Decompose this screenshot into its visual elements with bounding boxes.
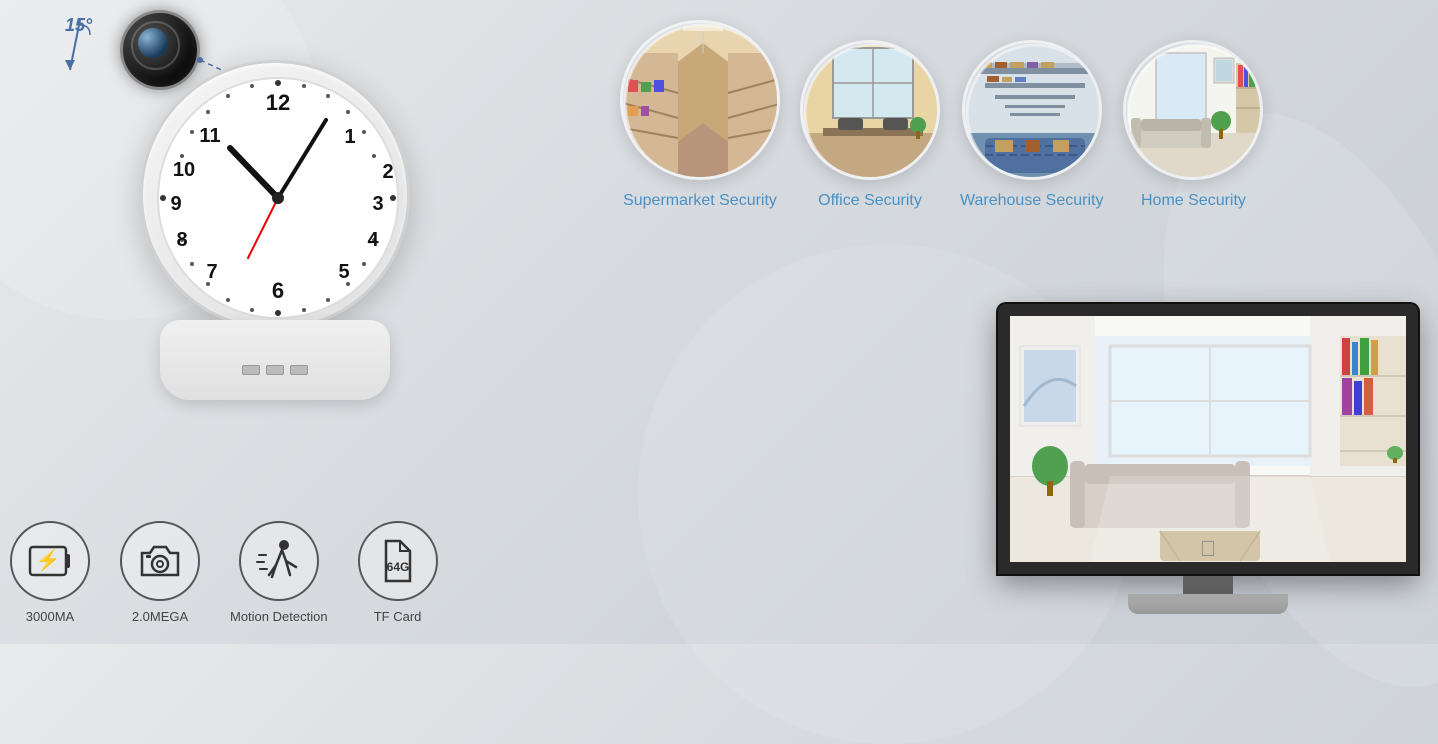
warehouse-scene <box>965 43 1102 180</box>
features-row: ⚡ 3000MA 2.0MEGA <box>10 521 438 624</box>
svg-text:6: 6 <box>272 278 284 303</box>
camera-label: 2.0MEGA <box>132 609 188 624</box>
office-label: Office Security <box>818 192 922 210</box>
battery-icon-circle: ⚡ <box>10 521 90 601</box>
clock-face-svg: 12 1 3 2 4 5 6 7 8 9 10 11 <box>148 68 408 328</box>
use-cases-row: Supermarket Security <box>620 20 1263 210</box>
svg-text:⚡: ⚡ <box>36 548 61 572</box>
svg-text:1: 1 <box>344 126 355 148</box>
feature-sdcard: 64G TF Card <box>358 521 438 624</box>
clock-ports <box>242 365 308 375</box>
feature-motion: Motion Detection <box>230 521 328 624</box>
angle-arrow-svg <box>65 15 115 75</box>
svg-text:9: 9 <box>170 193 181 215</box>
svg-text:5: 5 <box>338 261 349 283</box>
feature-camera: 2.0MEGA <box>120 521 200 624</box>
monitor-stand-neck <box>1183 574 1233 594</box>
motion-icon <box>254 537 304 585</box>
angle-indicator: 15° <box>65 15 96 36</box>
home-circle <box>1123 40 1263 180</box>
monitor-screen-content <box>1010 316 1406 562</box>
use-case-supermarket: Supermarket Security <box>620 20 780 210</box>
port-1 <box>242 365 260 375</box>
svg-text:3: 3 <box>372 193 383 215</box>
motion-label: Motion Detection <box>230 609 328 624</box>
apple-logo:  <box>1200 536 1217 562</box>
monitor-screen <box>998 304 1418 574</box>
supermarket-label: Supermarket Security <box>623 192 777 210</box>
port-2 <box>266 365 284 375</box>
camera-icon-circle <box>120 521 200 601</box>
sdcard-icon-circle: 64G <box>358 521 438 601</box>
use-case-warehouse: Warehouse Security <box>960 40 1103 210</box>
office-scene <box>803 43 940 180</box>
monitor-display:  <box>998 304 1418 614</box>
feature-battery: ⚡ 3000MA <box>10 521 90 624</box>
svg-text:64G: 64G <box>386 560 409 574</box>
svg-text:8: 8 <box>176 229 187 251</box>
battery-label: 3000MA <box>26 609 74 624</box>
supermarket-circle <box>620 20 780 180</box>
use-case-office: Office Security <box>800 40 940 210</box>
office-circle <box>800 40 940 180</box>
home-label: Home Security <box>1141 192 1246 210</box>
product-left-section: 15° <box>0 0 580 644</box>
right-section: Supermarket Security <box>600 0 1438 644</box>
svg-text:4: 4 <box>367 229 379 251</box>
port-3 <box>290 365 308 375</box>
clock-stand <box>160 320 390 400</box>
battery-icon: ⚡ <box>28 541 72 581</box>
svg-text:10: 10 <box>173 159 195 181</box>
warehouse-circle <box>962 40 1102 180</box>
use-case-home: Home Security <box>1123 40 1263 210</box>
svg-text:11: 11 <box>199 125 220 147</box>
motion-icon-circle <box>239 521 319 601</box>
supermarket-scene <box>623 23 780 180</box>
svg-text:2: 2 <box>382 161 393 183</box>
warehouse-label: Warehouse Security <box>960 192 1103 210</box>
monitor-stand-base <box>1128 594 1288 614</box>
clock-outer-shell: 12 1 3 2 4 5 6 7 8 9 10 11 <box>140 60 410 330</box>
svg-text:7: 7 <box>206 261 217 283</box>
monitor-room-scene <box>1010 316 1406 562</box>
home-scene <box>1126 43 1263 180</box>
sdcard-label: TF Card <box>374 609 422 624</box>
svg-text:12: 12 <box>266 90 290 115</box>
sd-card-icon: 64G <box>374 537 422 585</box>
clock-product: 12 1 3 2 4 5 6 7 8 9 10 11 <box>130 60 420 400</box>
camera-icon <box>136 539 184 583</box>
